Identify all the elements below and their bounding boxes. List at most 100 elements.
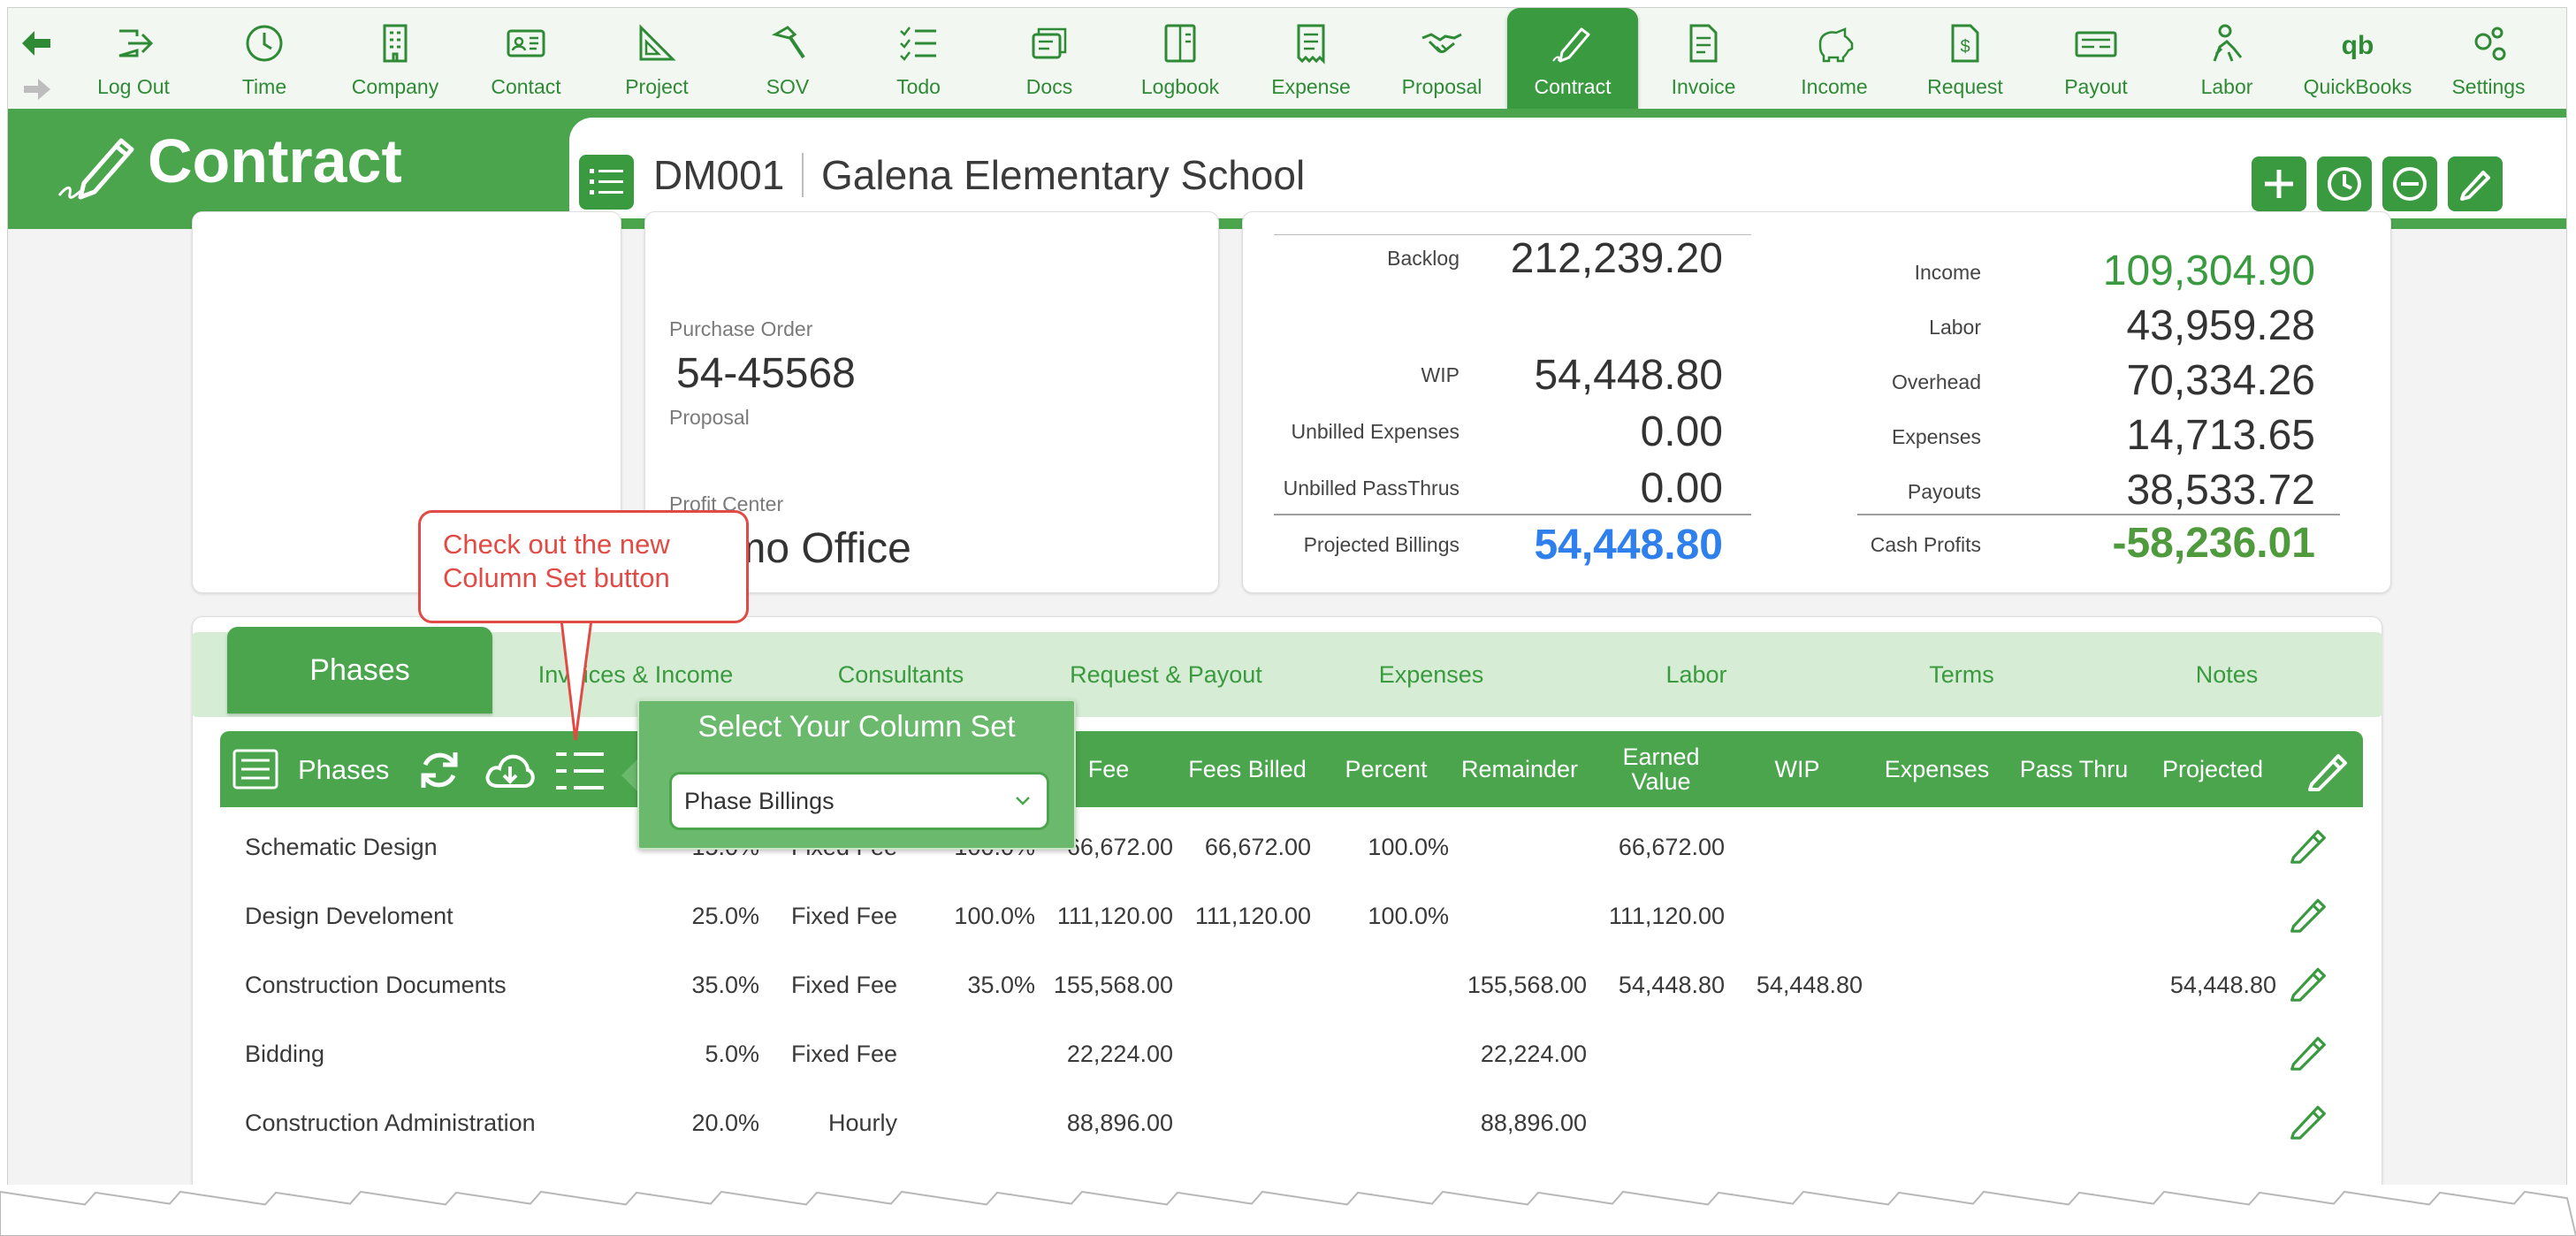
plus-icon <box>2265 170 2293 198</box>
grid-list-icon[interactable] <box>232 749 278 790</box>
remove-button[interactable] <box>2382 156 2437 211</box>
phase-name[interactable]: Bidding <box>245 1041 324 1068</box>
toolbar-label: Income <box>1801 75 1868 98</box>
income-label: Income <box>1914 261 1981 284</box>
back-arrow-icon[interactable] <box>19 26 54 61</box>
cloud-download-icon[interactable] <box>484 751 537 791</box>
add-button[interactable] <box>2252 156 2306 211</box>
purchase-order-value[interactable]: 54-45568 <box>676 349 856 398</box>
project-code: DM001 <box>653 152 785 198</box>
phase-name[interactable]: Construction Documents <box>245 972 507 999</box>
cell-wip: 54,448.80 <box>1756 972 1863 998</box>
clock-icon <box>246 25 283 62</box>
toolbar-contact[interactable]: Contact <box>461 8 591 112</box>
toolbar-quickbooks[interactable]: qb QuickBooks <box>2292 8 2423 112</box>
contact-card-icon <box>507 29 545 57</box>
toolbar-settings[interactable]: Settings <box>2423 8 2554 112</box>
page-title: Contract <box>148 126 402 195</box>
toolbar-label: Contract <box>1534 75 1612 98</box>
col-fees-billed[interactable]: Fees Billed <box>1177 731 1318 807</box>
main-toolbar: Log Out Time Company Contact Project SOV Todo D… <box>8 8 2566 112</box>
check-icon <box>2075 31 2117 57</box>
col-pass-thru[interactable]: Pass Thru <box>2008 731 2140 807</box>
column-set-select[interactable]: Phase Billings <box>669 772 1049 830</box>
phase-name[interactable]: Schematic Design <box>245 834 438 861</box>
toolbar-request[interactable]: $ Request <box>1900 8 2031 112</box>
cell-percent: 100.0% <box>1368 903 1449 929</box>
payouts-label: Payouts <box>1907 480 1981 503</box>
toolbar-invoice[interactable]: Invoice <box>1638 8 1769 112</box>
app-window: Log Out Time Company Contact Project SOV Todo D… <box>7 7 2567 1218</box>
tab-labor[interactable]: Labor <box>1564 632 1829 717</box>
row-edit-pencil-icon[interactable] <box>2289 1101 2328 1140</box>
toolbar-label: Docs <box>1025 75 1073 98</box>
tab-terms[interactable]: Terms <box>1829 632 2094 717</box>
toolbar-label: Invoice <box>1671 75 1736 98</box>
handshake-icon <box>1421 33 1462 53</box>
forward-arrow-icon[interactable] <box>19 72 54 107</box>
project-separator <box>802 153 804 197</box>
hammer-icon <box>772 26 805 59</box>
phase-name[interactable]: Design Develoment <box>245 903 453 930</box>
refresh-icon[interactable] <box>415 745 464 795</box>
proposal-label: Proposal <box>669 406 750 429</box>
toolbar-log-out[interactable]: Log Out <box>68 8 199 112</box>
row-edit-pencil-icon[interactable] <box>2289 1032 2328 1071</box>
col-percent[interactable]: Percent <box>1329 731 1444 807</box>
toolbar-labor[interactable]: Labor <box>2161 8 2292 112</box>
col-expenses[interactable]: Expenses <box>1866 731 2008 807</box>
toolbar-proposal[interactable]: Proposal <box>1376 8 1507 112</box>
column-set-icon[interactable] <box>554 749 606 793</box>
tab-phases[interactable]: Phases <box>227 627 492 713</box>
col-remainder[interactable]: Remainder <box>1449 731 1590 807</box>
edit-button[interactable] <box>2448 156 2503 211</box>
toolbar-payout[interactable]: Payout <box>2031 8 2161 112</box>
col-wip[interactable]: WIP <box>1744 731 1850 807</box>
tip-callout-text: Check out the new Column Set button <box>443 529 670 593</box>
toolbar-project[interactable]: Project <box>591 8 722 112</box>
gears-icon <box>2474 27 2506 61</box>
col-projected[interactable]: Projected <box>2142 731 2283 807</box>
toolbar-label: Contact <box>491 75 561 98</box>
edit-columns-pencil-icon[interactable] <box>2306 749 2349 791</box>
row-edit-pencil-icon[interactable] <box>2289 825 2328 864</box>
cell-type: Fixed Fee <box>790 1041 897 1067</box>
svg-text:qb: qb <box>2342 31 2374 60</box>
toolbar-contract[interactable]: Contract <box>1507 8 1638 112</box>
projected-billings-value: 54,448.80 <box>1534 522 1723 568</box>
history-button[interactable] <box>2317 156 2372 211</box>
toolbar-company[interactable]: Company <box>330 8 461 112</box>
billing-total-line <box>1274 514 1751 515</box>
backlog-value: 212,239.20 <box>1510 235 1723 282</box>
toolbar-expense[interactable]: Expense <box>1246 8 1376 112</box>
list-icon <box>590 169 623 195</box>
toolbar-label: SOV <box>766 75 810 98</box>
toolbar-label: Expense <box>1271 75 1351 98</box>
col-earned-value[interactable]: Earned Value <box>1599 731 1723 807</box>
documents-icon <box>1032 27 1067 59</box>
pen-icon <box>1552 27 1590 63</box>
tab-notes[interactable]: Notes <box>2094 632 2359 717</box>
project-list-button[interactable] <box>579 155 634 210</box>
cell-fee: 22,224.00 <box>1066 1041 1173 1067</box>
toolbar-docs[interactable]: Docs <box>984 8 1115 112</box>
toolbar-todo[interactable]: Todo <box>853 8 984 112</box>
callout-pointer <box>560 615 593 741</box>
toolbar-sov[interactable]: SOV <box>722 8 853 112</box>
toolbar-time[interactable]: Time <box>199 8 330 112</box>
cell-earned: 66,672.00 <box>1618 834 1725 860</box>
grid-title: Phases <box>298 754 390 785</box>
toolbar-logbook[interactable]: Logbook <box>1115 8 1246 112</box>
unbilled-passthrus-label: Unbilled PassThrus <box>1283 477 1459 500</box>
row-edit-pencil-icon[interactable] <box>2289 894 2328 933</box>
tab-expenses[interactable]: Expenses <box>1299 632 1564 717</box>
toolbar-label: Proposal <box>1401 75 1482 98</box>
piggy-bank-icon <box>1818 27 1854 63</box>
popover-title: Select Your Column Set <box>697 710 1016 744</box>
logbook-icon <box>1164 24 1196 63</box>
phase-name[interactable]: Construction Administration <box>245 1110 536 1137</box>
toolbar-income[interactable]: Income <box>1769 8 1900 112</box>
clock-icon <box>2328 167 2361 201</box>
row-edit-pencil-icon[interactable] <box>2289 963 2328 1002</box>
chevron-down-icon <box>1016 797 1030 805</box>
